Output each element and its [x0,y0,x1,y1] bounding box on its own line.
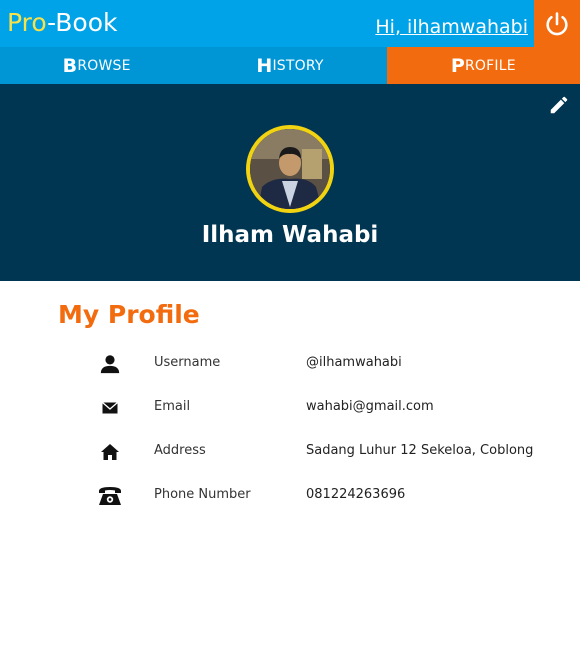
logo-pro-text: Pro [7,8,48,37]
home-icon [96,440,124,464]
top-header: Pro-Book Hi, ilhamwahabi [0,0,580,47]
tab-profile[interactable]: Profile [386,47,580,84]
pencil-icon [550,96,568,114]
field-value: wahabi@gmail.com [306,399,434,414]
avatar-photo [250,129,330,209]
app-logo[interactable]: Pro-Book [7,8,117,38]
field-value: @ilhamwahabi [306,355,402,370]
greeting-link[interactable]: Hi, ilhamwahabi [375,15,528,39]
avatar [246,125,334,213]
power-icon [546,11,568,35]
profile-name: Ilham Wahabi [201,222,379,248]
profile-banner: Ilham Wahabi [0,84,580,281]
field-label: Username [154,355,221,370]
tab-history[interactable]: History [193,47,386,84]
field-value: Sadang Luhur 12 Sekeloa, Coblong [306,443,534,458]
field-label: Phone Number [154,487,251,502]
tab-browse-cap: B [62,54,78,77]
main-nav: Browse History Profile [0,47,580,84]
logout-button[interactable] [534,0,580,47]
field-label: Email [154,399,191,414]
logo-book-text: -Book [47,8,118,37]
tab-history-rest: istory [272,57,324,74]
field-value: 081224263696 [306,487,406,502]
envelope-icon [96,396,124,420]
tab-profile-rest: rofile [465,57,516,74]
field-row-email: Email wahabi@gmail.com [0,393,580,423]
field-row-phone: Phone Number 081224263696 [0,481,580,511]
section-title: My Profile [58,300,200,329]
edit-profile-button[interactable] [548,94,570,116]
tab-history-cap: H [256,54,273,77]
field-row-username: Username @ilhamwahabi [0,349,580,379]
tab-browse-rest: rowse [77,57,131,74]
phone-icon [96,484,124,508]
field-label: Address [154,443,206,458]
tab-profile-cap: P [450,54,465,77]
user-icon [96,352,124,376]
tab-browse[interactable]: Browse [0,47,193,84]
field-row-address: Address Sadang Luhur 12 Sekeloa, Coblong [0,437,580,467]
